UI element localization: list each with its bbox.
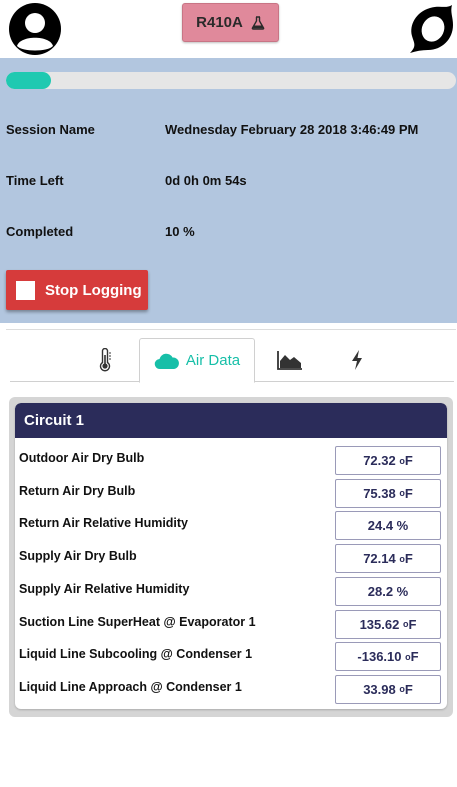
progress-bar: [6, 72, 456, 89]
stop-icon: [16, 280, 35, 300]
reading-unit: F: [404, 681, 413, 697]
tab-air-data[interactable]: Air Data: [139, 338, 255, 383]
reading-unit: F: [404, 453, 413, 468]
reading-number: 72.32: [363, 453, 396, 468]
time-left-label: Time Left: [6, 173, 64, 188]
reading-row: Supply Air Dry Bulb 72.14 oF: [15, 541, 447, 574]
session-name-label: Session Name: [6, 122, 95, 137]
reading-label: Outdoor Air Dry Bulb: [19, 451, 145, 465]
circuit-title: Circuit 1: [15, 403, 447, 438]
progress-fill: [6, 72, 51, 89]
reading-label: Liquid Line Subcooling @ Condenser 1: [19, 647, 253, 662]
reading-label: Supply Air Dry Bulb: [19, 549, 137, 564]
reading-number: 24.4 %: [367, 518, 409, 534]
section-divider: [6, 329, 456, 330]
stop-logging-button[interactable]: Stop Logging: [6, 270, 148, 310]
reading-unit: F: [410, 649, 419, 665]
session-panel: Session Name Wednesday February 28 2018 …: [0, 58, 457, 323]
reading-number: -136.10: [357, 649, 402, 665]
reading-row: Suction Line SuperHeat @ Evaporator 1 135…: [15, 607, 447, 639]
reading-number: 75.38: [363, 485, 396, 501]
reading-row: Return Air Dry Bulb 75.38 oF: [15, 476, 447, 508]
session-name-value: Wednesday February 28 2018 3:46:49 PM: [165, 122, 419, 137]
refrigerant-label: R410A: [196, 14, 243, 31]
reading-value: -136.10 oF: [335, 642, 441, 672]
reading-label: Suction Line SuperHeat @ Evaporator 1: [19, 614, 256, 629]
tab-charts[interactable]: [255, 338, 325, 382]
time-left-value: 0d 0h 0m 54s: [165, 173, 247, 188]
reading-value: 72.14 oF: [335, 544, 441, 574]
reading-label: Return Air Relative Humidity: [19, 516, 189, 531]
completed-label: Completed: [6, 224, 74, 239]
reading-number: 28.2 %: [367, 583, 409, 599]
thermometer-icon: [99, 348, 111, 372]
app-header: R410A: [0, 0, 457, 58]
user-avatar-icon[interactable]: [8, 2, 62, 56]
tab-temperature[interactable]: [68, 338, 142, 382]
reading-number: 72.14: [363, 551, 396, 567]
reading-label: Supply Air Relative Humidity: [19, 581, 190, 596]
cloud-icon: [154, 353, 179, 369]
reading-value: 28.2 %: [335, 576, 441, 606]
reading-row: Return Air Relative Humidity 24.4 %: [15, 508, 447, 541]
reading-number: 33.98: [363, 681, 396, 697]
stop-logging-label: Stop Logging: [45, 281, 142, 299]
reading-unit: F: [404, 485, 413, 501]
reading-row: Supply Air Relative Humidity 28.2 %: [15, 574, 447, 606]
reading-number: 135.62: [359, 616, 400, 632]
reading-value: 33.98 oF: [335, 674, 441, 704]
circuit-card-body: Circuit 1 Outdoor Air Dry Bulb 72.32 o F Re…: [15, 403, 447, 709]
circuit-card: Circuit 1 Outdoor Air Dry Bulb 72.32 o F Re…: [9, 397, 453, 717]
tab-electrical[interactable]: [325, 338, 389, 382]
brand-logo-icon: [410, 5, 453, 53]
flask-icon: [251, 15, 265, 30]
tab-air-data-label: Air Data: [185, 352, 241, 369]
reading-unit: F: [404, 551, 413, 567]
lightning-icon: [352, 350, 362, 370]
reading-unit: F: [408, 616, 417, 632]
completed-value: 10 %: [165, 224, 195, 239]
reading-label: Liquid Line Approach @ Condenser 1: [19, 679, 242, 694]
reading-value: 135.62 oF: [335, 609, 441, 639]
reading-value: 72.32 oF: [335, 446, 441, 475]
reading-row: Liquid Line Approach @ Condenser 1 33.98 …: [15, 672, 447, 704]
reading-row: Outdoor Air Dry Bulb 72.32 oF: [15, 443, 447, 475]
area-chart-icon: [277, 351, 302, 370]
reading-label: Return Air Dry Bulb: [19, 483, 136, 498]
reading-value: 75.38 oF: [335, 478, 441, 508]
tab-bar: Air Data: [10, 338, 454, 383]
refrigerant-button[interactable]: R410A: [182, 3, 279, 42]
reading-row: Liquid Line Subcooling @ Condenser 1 -136…: [15, 639, 447, 672]
reading-value: 24.4 %: [335, 511, 441, 541]
